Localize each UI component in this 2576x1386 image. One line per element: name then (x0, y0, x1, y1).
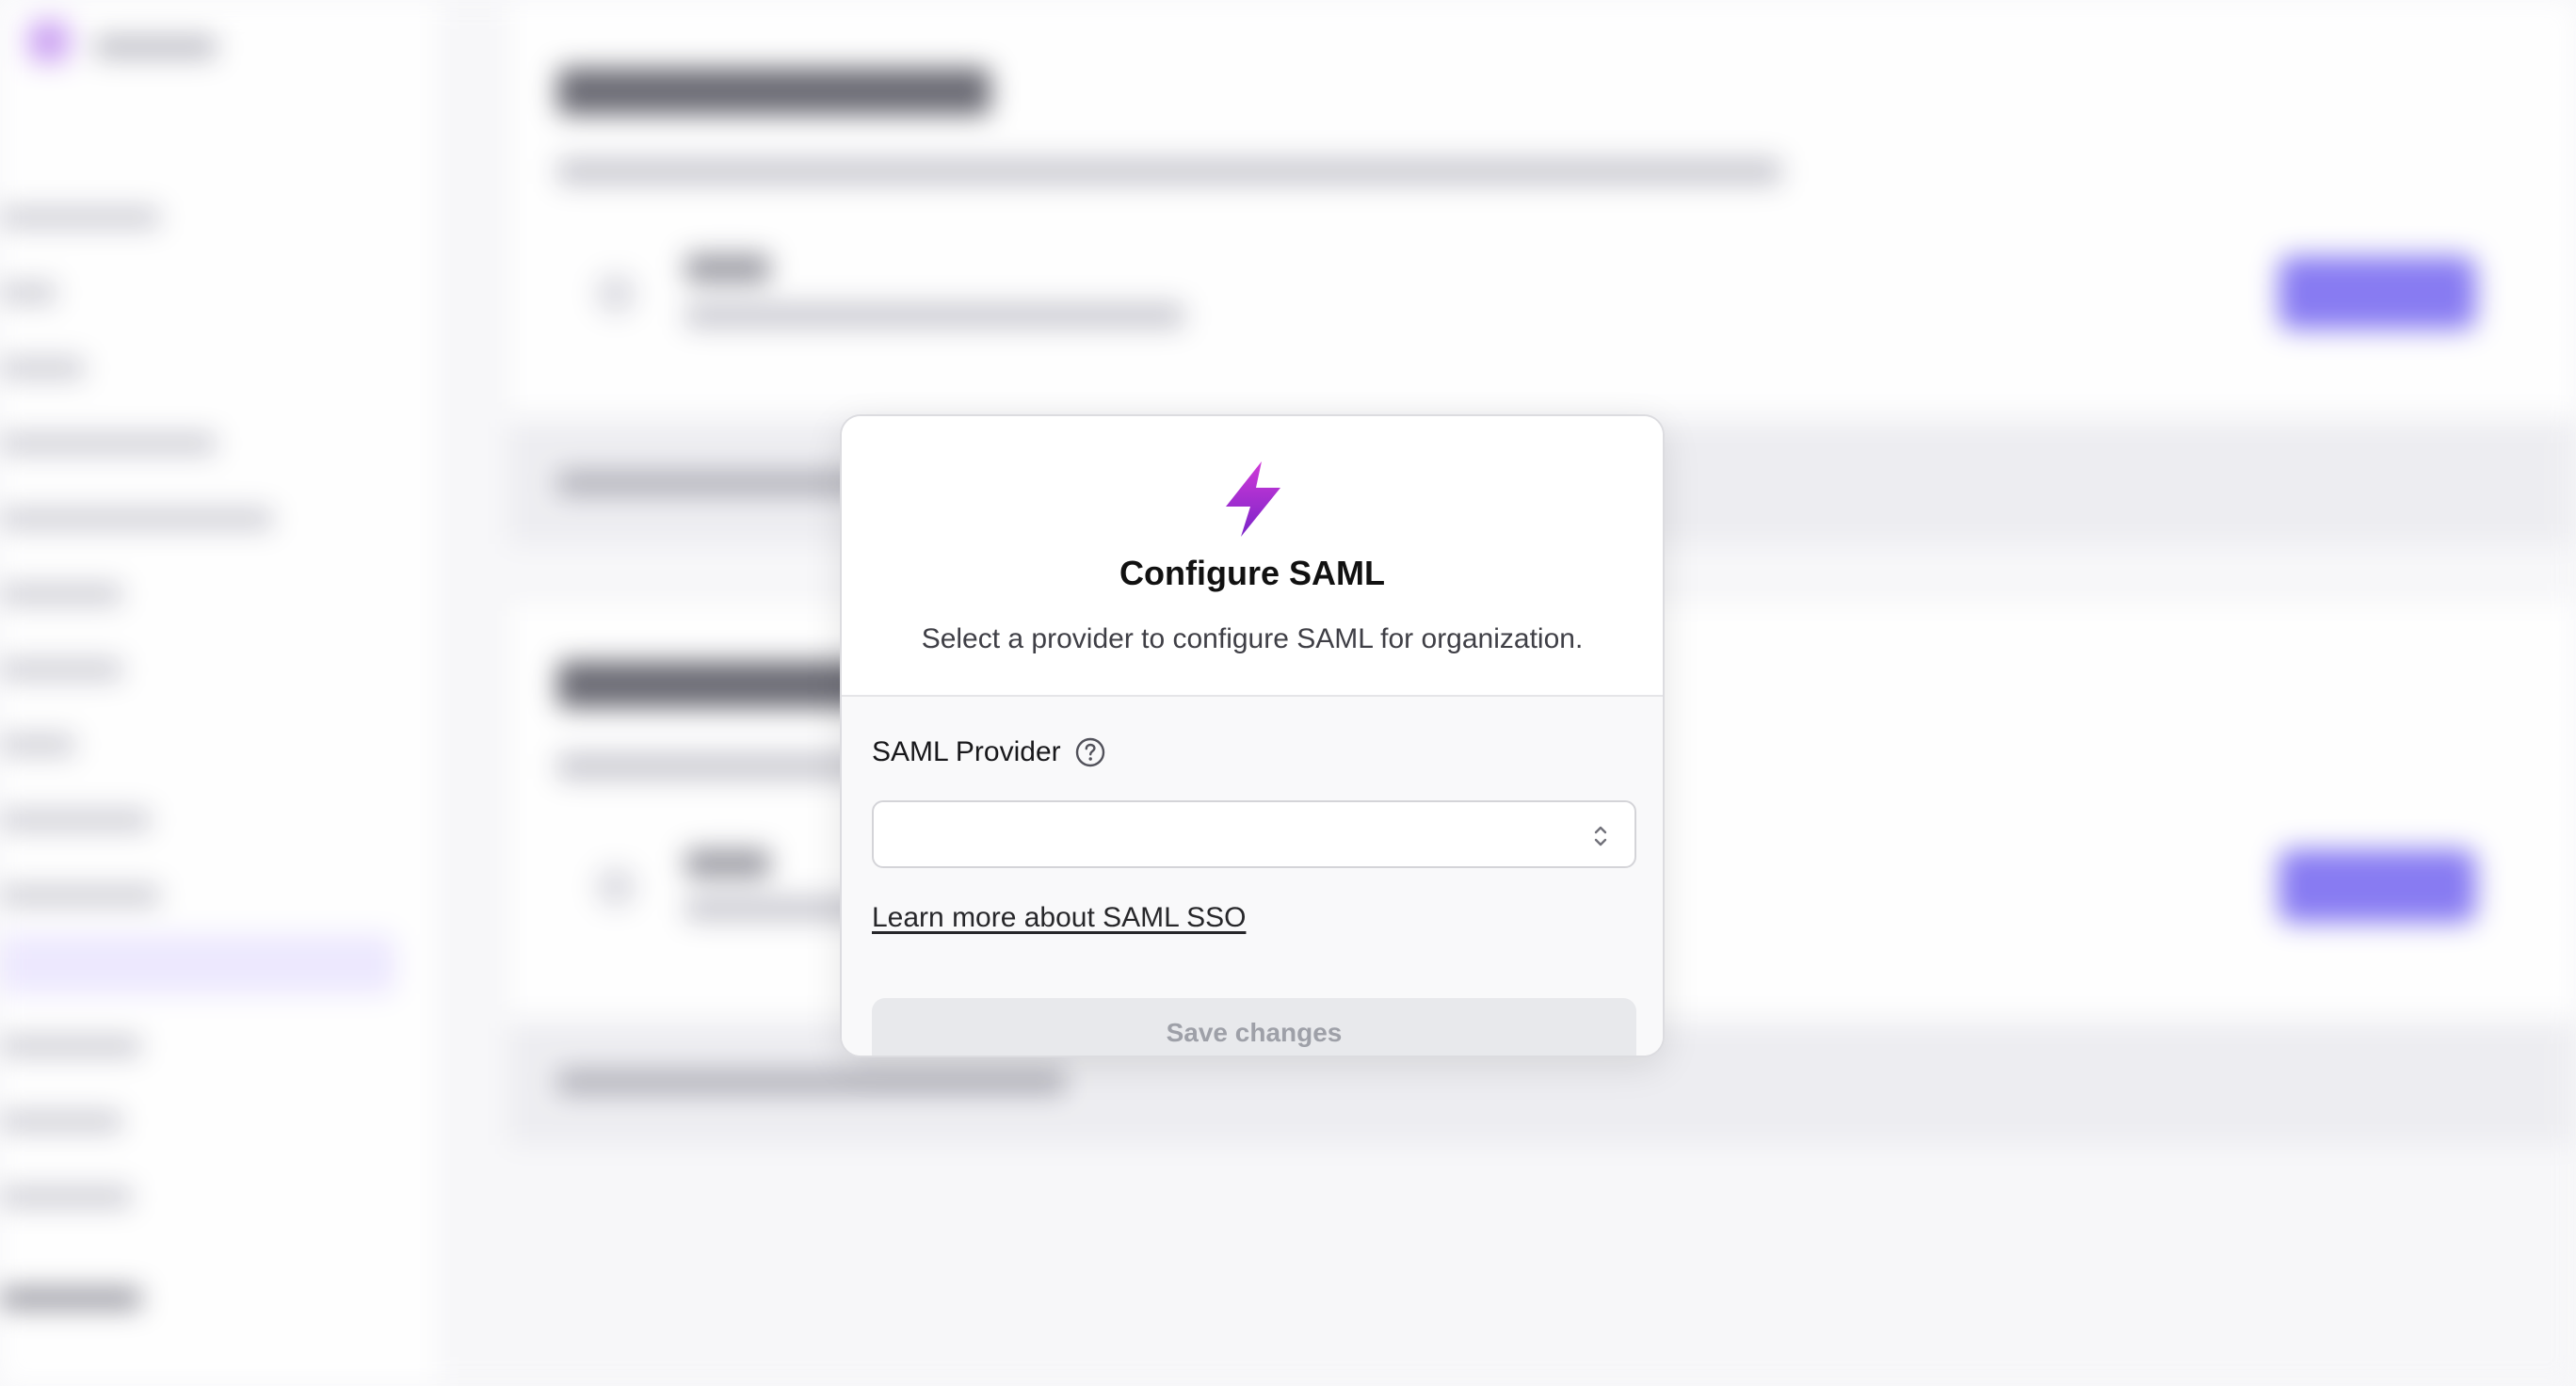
background-nav-item (0, 282, 56, 303)
dialog-header: Configure SAML Select a provider to conf… (842, 416, 1663, 697)
background-button (2278, 256, 2476, 330)
background-logo (28, 21, 70, 62)
lightning-bolt-icon (1226, 461, 1280, 537)
saml-provider-label-row: SAML Provider (872, 736, 1106, 768)
background-text (685, 303, 1184, 328)
background-nav-item (0, 1186, 132, 1207)
background-nav-item (0, 358, 85, 379)
dialog-body: SAML Provider Learn more about SAML SSO … (842, 697, 1663, 1056)
dialog-title: Configure SAML (1119, 554, 1385, 592)
background-nav-active (0, 934, 395, 994)
question-circle-icon[interactable] (1074, 736, 1106, 768)
saml-provider-select[interactable] (872, 800, 1636, 868)
background-text (557, 158, 1781, 185)
background-nav-item (0, 810, 151, 830)
background-text (685, 254, 770, 282)
background-nav-item (0, 1036, 141, 1056)
background-sidebar (0, 0, 439, 1386)
configure-saml-dialog: Configure SAML Select a provider to conf… (840, 414, 1665, 1057)
chevron-up-down-icon (1594, 826, 1607, 846)
background-title (557, 68, 990, 115)
background-logo-text (94, 36, 217, 58)
background-card (508, 0, 2576, 414)
dialog-subtitle: Select a provider to configure SAML for … (921, 623, 1584, 654)
background-nav-item (0, 734, 75, 755)
background-nav-item (0, 508, 273, 529)
background-button (2278, 849, 2476, 923)
save-changes-button[interactable]: Save changes (872, 998, 1636, 1056)
background-text (557, 1070, 1066, 1094)
background-nav-item (0, 659, 122, 680)
background-nav-item (0, 885, 160, 906)
background-nav-item (0, 584, 122, 604)
background-nav-item (0, 433, 217, 454)
background-icon (595, 866, 636, 908)
background-nav-item (0, 207, 160, 228)
background-icon (595, 273, 636, 314)
background-nav-item (0, 1111, 122, 1132)
learn-more-saml-link[interactable]: Learn more about SAML SSO (872, 902, 1246, 934)
saml-provider-label: SAML Provider (872, 736, 1061, 767)
background-text (685, 849, 770, 878)
background-nav-item (0, 1288, 141, 1309)
